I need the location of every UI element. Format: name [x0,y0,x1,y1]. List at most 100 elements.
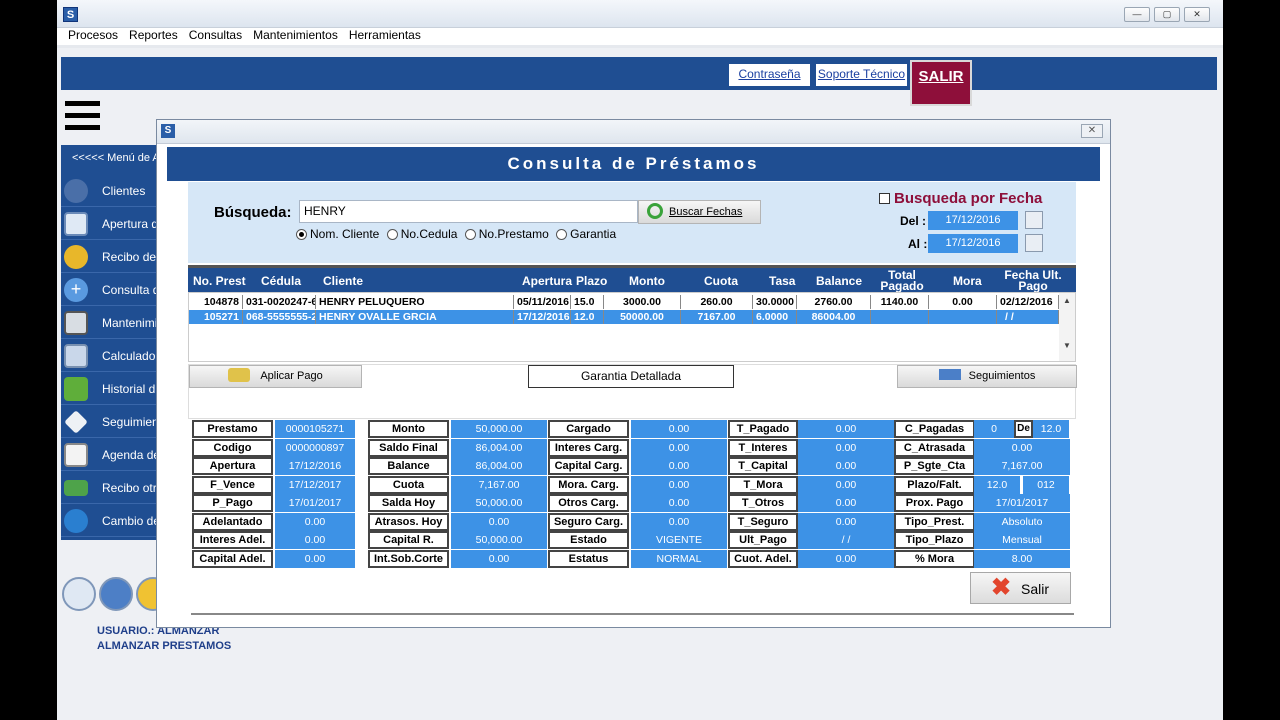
detail-value: 0.00 [798,475,894,494]
col-cliente[interactable]: Cliente [323,275,363,287]
search-input[interactable]: HENRY [299,200,638,223]
radio-garantia[interactable]: Garantia [556,227,616,241]
printer-icon [64,311,88,335]
detail-value: 17/12/2016 [275,457,355,475]
col-mora[interactable]: Mora [953,275,982,287]
detail-label: Monto [368,420,449,438]
sidebar-item-recibo[interactable]: Recibo de [61,241,161,273]
sidebar-item-apertura[interactable]: Apertura d [61,208,161,240]
detail-label: Codigo [192,438,273,457]
close-window-button[interactable]: ✕ [1184,7,1210,22]
menu-mantenimientos[interactable]: Mantenimientos [248,28,344,42]
dialog-header: Consulta de Préstamos [167,147,1100,181]
sidebar-item-consulta[interactable]: + Consulta d [61,274,161,306]
detail-value: 86,004.00 [451,438,547,457]
sidebar-item-cambio[interactable]: Cambio de [61,505,161,537]
sidebar-item-label: Agenda de [102,448,161,462]
dialog-close-button[interactable]: ✕ [1081,124,1103,138]
seguimientos-button[interactable]: Seguimientos [897,365,1077,388]
chart-icon [64,377,88,401]
detail-label: T_Seguro [728,512,798,531]
sidebar-item-calculadora[interactable]: Calculado [61,340,161,372]
sidebar-item-label: Apertura d [102,217,159,231]
radio-no-prestamo[interactable]: No.Prestamo [464,227,549,241]
detail-value: 50,000.00 [451,420,547,438]
sidebar-item-clientes[interactable]: Clientes [61,175,161,207]
del-date-field[interactable]: 17/12/2016 [928,211,1018,230]
scroll-up-icon: ▲ [1063,296,1071,305]
exit-app-button[interactable]: SALIR [910,60,972,106]
support-link[interactable]: Soporte Técnico [816,64,907,86]
minimize-button[interactable]: — [1124,7,1150,22]
detail-value: 0.00 [631,475,727,494]
plus-icon: + [64,278,88,302]
sidebar-item-mantenimiento[interactable]: Mantenimi [61,307,161,339]
detail-label: P_Pago [192,494,273,512]
detail-label: Cargado [548,420,629,438]
col-no-prest[interactable]: No. Prest [193,275,246,287]
detail-value: 0.00 [631,438,727,457]
detail-value: 7,167.00 [974,457,1070,475]
hamburger-menu-icon[interactable] [65,101,100,132]
detail-value: / / [798,531,894,549]
col-monto[interactable]: Monto [629,275,665,287]
menu-herramientas[interactable]: Herramientas [344,28,427,42]
detail-label: Interes Adel. [192,531,273,549]
buscar-fechas-button[interactable]: Buscar Fechas [638,200,761,224]
maximize-button[interactable]: ▢ [1154,7,1180,22]
detail-label: Mora. Carg. [548,475,629,494]
al-label: Al : [908,237,928,251]
col-cuota[interactable]: Cuota [704,275,738,287]
coins-icon [64,245,88,269]
col-total-pagado[interactable]: Total Pagado [872,269,932,292]
top-banner [61,57,1217,90]
user-icon[interactable] [62,577,96,611]
sidebar-item-historial[interactable]: Historial d [61,373,161,405]
table-row[interactable]: 104878 031-0020247-6 HENRY PELUQUERO 05/… [189,295,1059,309]
consulta-prestamos-dialog: S ✕ Consulta de Préstamos Búsqueda: HENR… [156,119,1111,628]
detail-label: Int.Sob.Corte [368,549,449,568]
detail-value: 0.00 [631,457,727,475]
detail-label: T_Pagado [728,420,798,438]
password-link[interactable]: Contraseña [729,64,810,86]
detail-label: Capital Adel. [192,549,273,568]
col-fecha-ult-pago[interactable]: Fecha Ult. Pago [998,269,1068,292]
garantia-detallada-button[interactable]: Garantia Detallada [528,365,734,388]
col-balance[interactable]: Balance [816,275,862,287]
al-date-field[interactable]: 17/12/2016 [928,234,1018,253]
menu-consultas[interactable]: Consultas [184,28,248,42]
aplicar-pago-button[interactable]: Aplicar Pago [189,365,362,388]
col-plazo[interactable]: Plazo [576,275,607,287]
calendar-icon[interactable] [1025,211,1043,229]
tag-icon [64,410,88,434]
detail-label: Adelantado [192,512,273,531]
detail-value: 0.00 [798,438,894,457]
col-cedula[interactable]: Cédula [261,275,301,287]
detail-label: Prestamo [192,420,273,438]
detail-label: T_Mora [728,475,798,494]
sidebar-item-recibo-otros[interactable]: Recibo otr [61,472,161,504]
company-name: ALMANZAR PRESTAMOS [97,640,232,652]
sidebar-item-label: Consulta d [102,283,160,297]
detail-label: Capital Carg. [548,457,629,475]
sidebar-header[interactable]: <<<<< Menú de A [72,152,160,164]
table-scrollbar[interactable]: ▲ ▼ [1059,293,1075,361]
sidebar-item-seguimiento[interactable]: Seguimien [61,406,161,438]
radio-no-cedula[interactable]: No.Cedula [386,227,457,241]
radio-nom-cliente[interactable]: Nom. Cliente [296,227,379,241]
detail-value: 0.00 [451,549,547,568]
date-search-checkbox[interactable]: Busqueda por Fecha [879,190,1042,207]
col-apertura[interactable]: Apertura [522,275,572,287]
detail-label: C_Atrasada [894,438,975,457]
salir-button[interactable]: ✖ Salir [970,572,1071,604]
menu-procesos[interactable]: Procesos [63,28,124,42]
calendar-icon[interactable] [1025,234,1043,252]
menu-bar: Procesos Reportes Consultas Mantenimientos H… [57,28,1223,46]
loans-table-header: No. Prest Cédula Cliente Apertura Plazo … [188,265,1076,292]
menu-reportes[interactable]: Reportes [124,28,184,42]
buscar-fechas-label: Buscar Fechas [669,206,743,218]
table-row-selected[interactable]: 105271 068-5555555-2 HENRY OVALLE GRCIA … [189,310,1059,324]
computer-icon[interactable] [99,577,133,611]
col-tasa[interactable]: Tasa [769,275,795,287]
sidebar-item-agenda[interactable]: Agenda de [61,439,161,471]
